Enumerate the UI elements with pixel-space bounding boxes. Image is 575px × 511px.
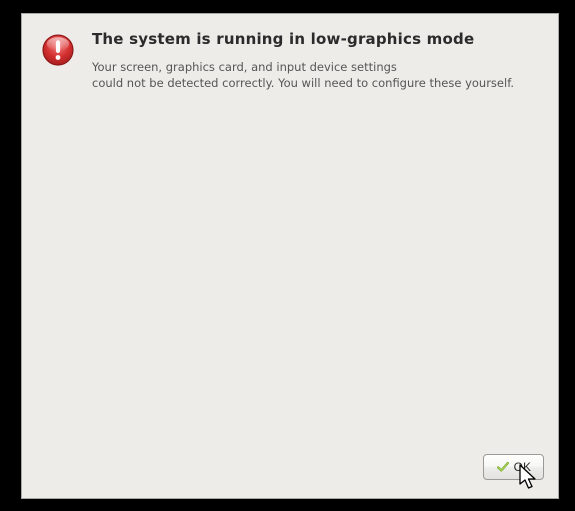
warning-icon: [40, 32, 76, 68]
icon-column: [40, 30, 76, 68]
button-bar: OK: [22, 446, 558, 498]
text-column: The system is running in low-graphics mo…: [92, 30, 540, 91]
check-icon: [496, 460, 510, 474]
error-dialog: The system is running in low-graphics mo…: [21, 13, 559, 499]
dialog-body: Your screen, graphics card, and input de…: [92, 60, 540, 91]
ok-button-label: OK: [514, 460, 531, 474]
dialog-content: The system is running in low-graphics mo…: [22, 14, 558, 446]
dialog-title: The system is running in low-graphics mo…: [92, 30, 540, 48]
ok-button[interactable]: OK: [483, 454, 544, 480]
